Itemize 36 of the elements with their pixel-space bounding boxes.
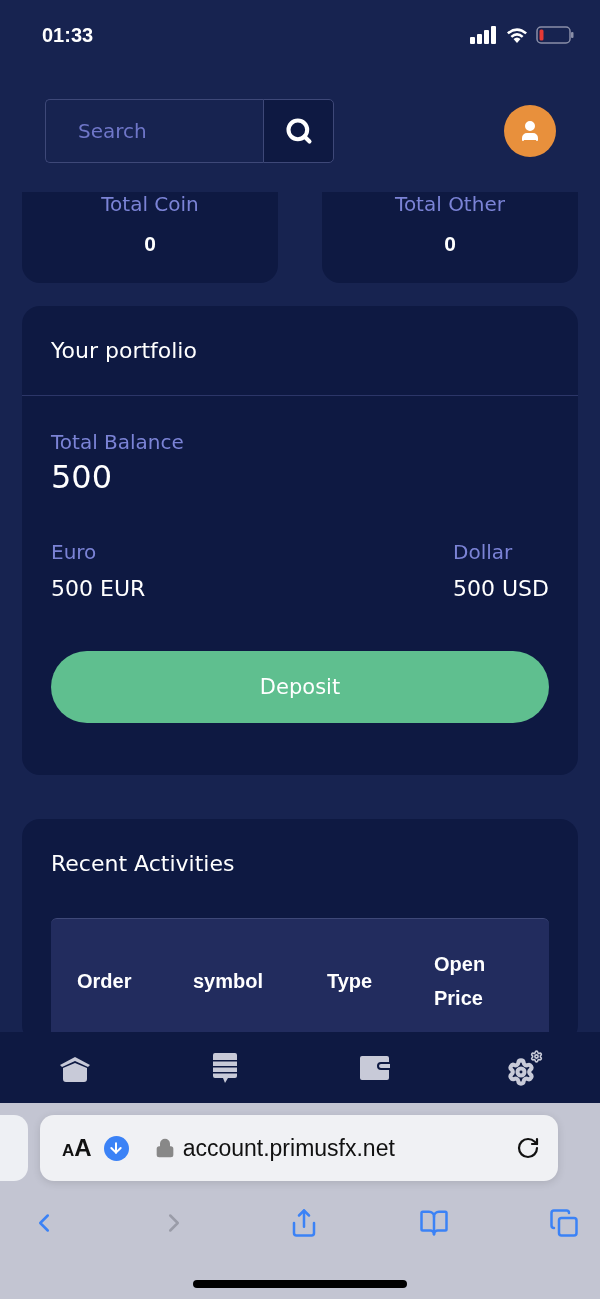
reader-button[interactable]: AA <box>62 1134 92 1162</box>
lock-icon <box>154 1138 175 1158</box>
currency-value: 500 USD <box>453 576 549 601</box>
profile-avatar[interactable] <box>504 105 556 157</box>
url-text: account.primusfx.net <box>182 1134 396 1162</box>
balance-value: 500 <box>51 458 114 496</box>
currency-value: 500 EUR <box>51 576 146 601</box>
reload-icon <box>516 1136 540 1160</box>
search-button[interactable] <box>263 99 334 163</box>
stat-value: 0 <box>144 232 156 256</box>
column-header: Type <box>326 969 374 994</box>
battery-icon <box>536 26 574 44</box>
signal-icon <box>470 26 498 44</box>
message-icon <box>212 1051 238 1084</box>
stat-label: Total Other <box>395 192 505 216</box>
column-header: symbol <box>192 969 265 994</box>
tabs-icon <box>549 1208 579 1238</box>
status-time: 01:33 <box>42 23 94 47</box>
gears-icon <box>506 1049 544 1086</box>
search-field[interactable]: Search <box>45 99 263 163</box>
wallet-icon <box>359 1054 391 1081</box>
stat-label: Total Coin <box>101 192 199 216</box>
search-icon <box>284 117 313 145</box>
balance-label: Total Balance <box>51 430 185 454</box>
nav-button[interactable] <box>505 1047 545 1088</box>
column-header: Order <box>76 969 133 994</box>
address-bar[interactable]: AA account.primusfx.net <box>40 1115 558 1181</box>
wifi-icon <box>506 27 528 43</box>
stat-value: 0 <box>444 232 456 256</box>
currency-label: Euro <box>51 540 98 564</box>
card-title: Your portfolio <box>51 338 197 363</box>
book-icon <box>419 1208 449 1238</box>
card-title: Recent Activities <box>51 851 235 876</box>
currency-label: Dollar <box>453 540 514 564</box>
column-header: Open Price <box>433 952 487 1011</box>
download-icon[interactable] <box>103 1135 129 1161</box>
